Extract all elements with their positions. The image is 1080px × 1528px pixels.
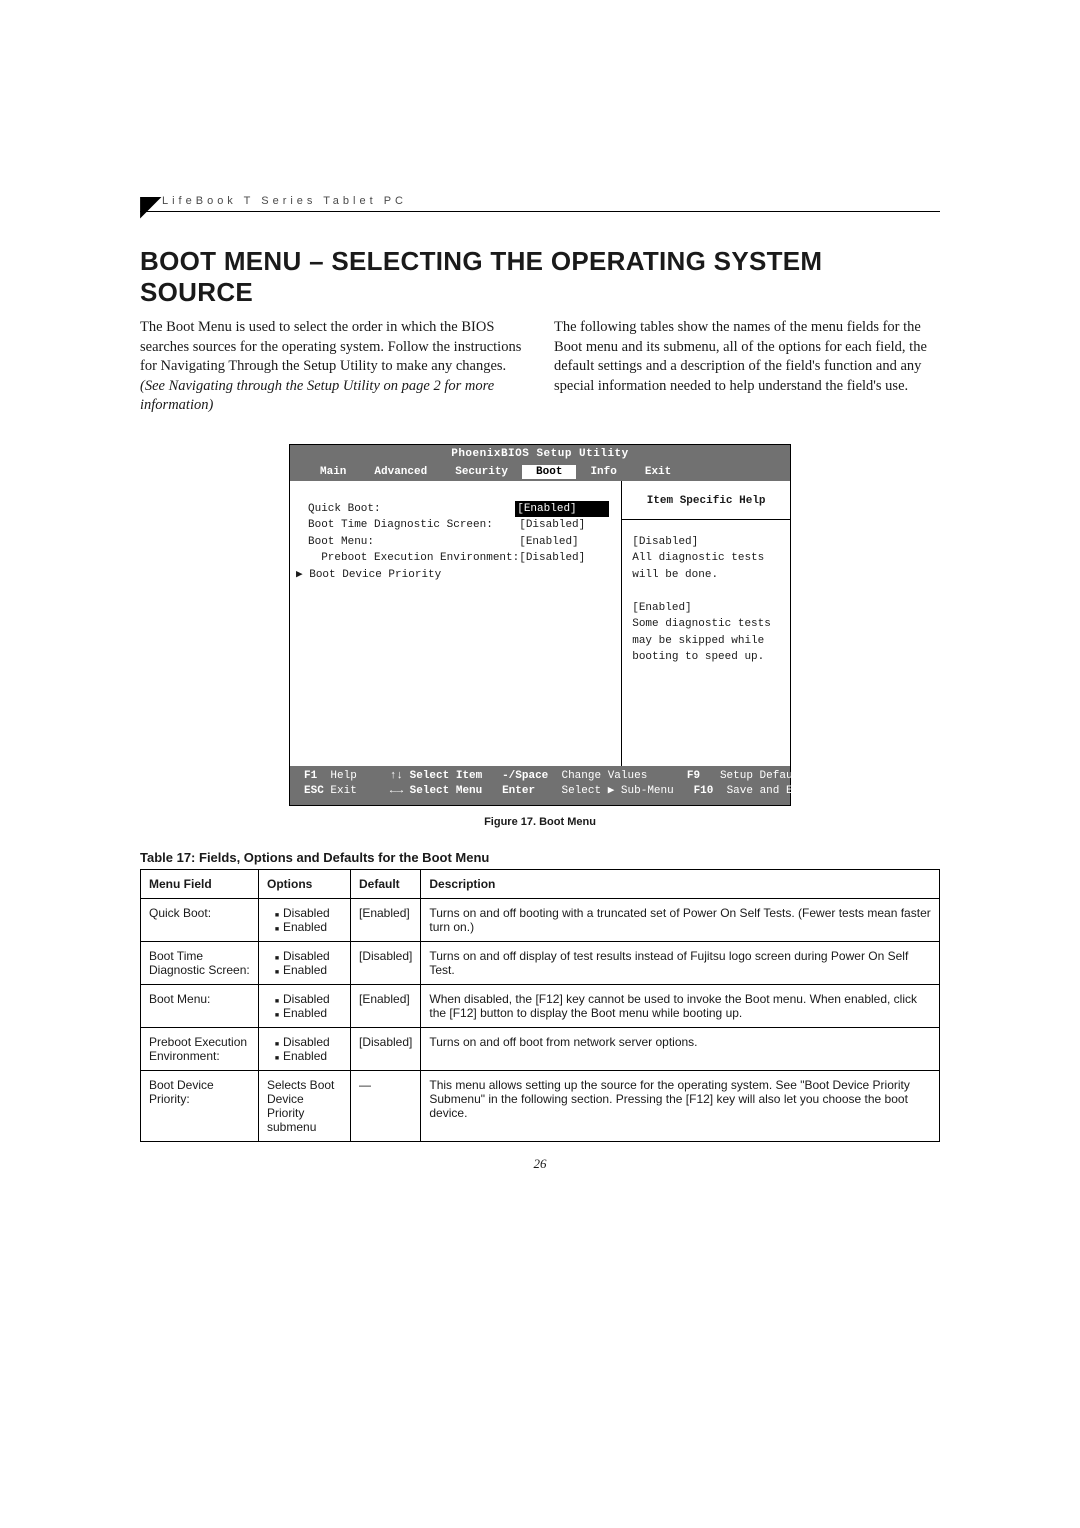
- bios-menubar: Main Advanced Security Boot Info Exit: [290, 463, 790, 481]
- bios-menu-advanced: Advanced: [360, 465, 441, 479]
- table-row: Quick Boot:DisabledEnabled[Enabled]Turns…: [141, 898, 940, 941]
- section-title: BOOT MENU – SELECTING THE OPERATING SYST…: [140, 246, 940, 308]
- bios-item-label: Boot Time Diagnostic Screen:: [308, 517, 519, 534]
- cell-description: Turns on and off booting with a truncate…: [421, 898, 940, 941]
- table-caption: Table 17: Fields, Options and Defaults f…: [140, 850, 940, 865]
- bios-item-value: [Disabled]: [519, 517, 609, 534]
- cell-options: DisabledEnabled: [259, 984, 351, 1027]
- page-number: 26: [140, 1156, 940, 1172]
- bios-item-list: Quick Boot:[Enabled] Boot Time Diagnosti…: [290, 481, 622, 766]
- bios-footer: F1 Help ↑↓ Select Item -/Space Change Va…: [290, 766, 790, 805]
- bios-item-label: Quick Boot:: [308, 501, 515, 518]
- cell-menu-field: Boot Menu:: [141, 984, 259, 1027]
- table-row: Boot Device Priority:Selects Boot Device…: [141, 1070, 940, 1141]
- bios-menu-exit: Exit: [631, 465, 685, 479]
- intro-columns: The Boot Menu is used to select the orde…: [140, 318, 940, 416]
- cell-menu-field: Boot Time Diagnostic Screen:: [141, 941, 259, 984]
- cell-description: Turns on and off display of test results…: [421, 941, 940, 984]
- cell-options: DisabledEnabled: [259, 898, 351, 941]
- bios-title: PhoenixBIOS Setup Utility: [290, 445, 790, 463]
- table-row: Preboot Execution Environment:DisabledEn…: [141, 1027, 940, 1070]
- cell-default: [Disabled]: [351, 941, 421, 984]
- th-description: Description: [421, 869, 940, 898]
- figure-caption: Figure 17. Boot Menu: [140, 816, 940, 828]
- bios-item-submenu: ▶ Boot Device Priority: [296, 567, 519, 584]
- cell-default: [Enabled]: [351, 898, 421, 941]
- cell-description: This menu allows setting up the source f…: [421, 1070, 940, 1141]
- cell-default: [Disabled]: [351, 1027, 421, 1070]
- cell-default: [Enabled]: [351, 984, 421, 1027]
- section-arrow-icon: ◤: [140, 192, 162, 220]
- cell-options: DisabledEnabled: [259, 941, 351, 984]
- cell-menu-field: Preboot Execution Environment:: [141, 1027, 259, 1070]
- bios-item-value: [Disabled]: [519, 550, 609, 567]
- bios-help-body: [Disabled] All diagnostic tests will be …: [622, 520, 790, 680]
- bios-item-label: Boot Menu:: [308, 534, 519, 551]
- bios-item-value: [Enabled]: [515, 501, 609, 518]
- th-default: Default: [351, 869, 421, 898]
- bios-item-value: [Enabled]: [519, 534, 609, 551]
- bios-menu-boot: Boot: [522, 465, 576, 479]
- bios-help-title: Item Specific Help: [622, 481, 790, 520]
- th-menu-field: Menu Field: [141, 869, 259, 898]
- cell-options: DisabledEnabled: [259, 1027, 351, 1070]
- table-row: Boot Time Diagnostic Screen:DisabledEnab…: [141, 941, 940, 984]
- intro-right-text: The following tables show the names of t…: [554, 318, 940, 416]
- intro-left-ref: (See Navigating through the Setup Utilit…: [140, 378, 494, 414]
- running-header: LifeBook T Series Tablet PC: [140, 195, 940, 212]
- cell-options: Selects Boot Device Priority submenu: [259, 1070, 351, 1141]
- table-row: Boot Menu:DisabledEnabled[Enabled]When d…: [141, 984, 940, 1027]
- cell-description: When disabled, the [F12] key cannot be u…: [421, 984, 940, 1027]
- bios-menu-security: Security: [441, 465, 522, 479]
- cell-menu-field: Quick Boot:: [141, 898, 259, 941]
- cell-menu-field: Boot Device Priority:: [141, 1070, 259, 1141]
- fields-table: Menu Field Options Default Description Q…: [140, 869, 940, 1142]
- bios-screenshot: PhoenixBIOS Setup Utility Main Advanced …: [289, 444, 791, 806]
- th-options: Options: [259, 869, 351, 898]
- cell-default: —: [351, 1070, 421, 1141]
- intro-left-text: The Boot Menu is used to select the orde…: [140, 319, 521, 374]
- bios-menu-info: Info: [576, 465, 630, 479]
- cell-description: Turns on and off boot from network serve…: [421, 1027, 940, 1070]
- bios-menu-main: Main: [306, 465, 360, 479]
- bios-item-label: Preboot Execution Environment:: [308, 550, 519, 567]
